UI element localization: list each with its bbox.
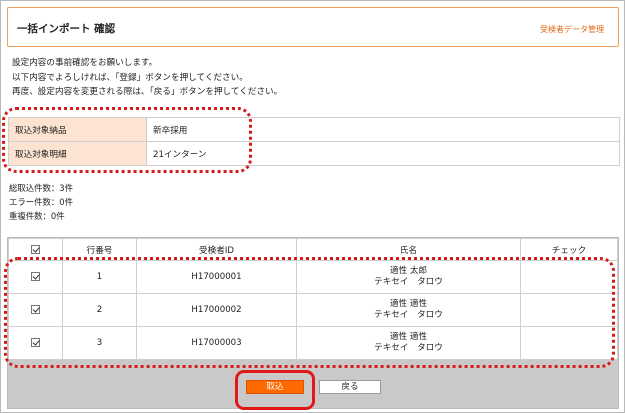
import-button[interactable]: 取込 (246, 380, 304, 394)
header-name: 氏名 (296, 238, 521, 261)
info-label: 取込対象明細 (8, 141, 147, 166)
table-row: 1 H17000001 適性 太郎 テキセイ タロウ (8, 260, 618, 294)
name-kana: テキセイ タロウ (374, 277, 443, 287)
row-number: 2 (62, 293, 137, 327)
header-row-number: 行番号 (62, 238, 137, 261)
select-all-checkbox[interactable] (31, 244, 40, 254)
total-count: 総取込件数：3件 (9, 183, 73, 193)
import-target-table: 取込対象納品 新卒採用 取込対象明細 21インターン (8, 117, 620, 166)
info-row-delivery: 取込対象納品 新卒採用 (8, 117, 620, 142)
check-result (520, 293, 618, 327)
row-number: 3 (62, 326, 137, 360)
info-label: 取込対象納品 (8, 117, 147, 142)
import-counts: 総取込件数：3件 エラー件数：0件 重複件数：0件 (9, 181, 73, 223)
intro-line: 再度、設定内容を変更される際は、「戻る」ボタンを押してください。 (12, 87, 283, 97)
examinee-grid: 行番号 受検者ID 氏名 チェック 1 H17000001 適性 太郎 テキセイ… (8, 238, 618, 360)
examinee-data-management-link[interactable]: 受検者データ管理 (540, 24, 604, 35)
info-value: 21インターン (146, 141, 620, 166)
header-check: チェック (520, 238, 618, 261)
page-title: 一括インポート 確認 (17, 23, 116, 35)
header-examinee-id: 受検者ID (136, 238, 297, 261)
row-select-cell[interactable] (8, 293, 63, 327)
row-select-cell[interactable] (8, 260, 63, 294)
check-result (520, 326, 618, 360)
row-checkbox[interactable] (31, 304, 40, 314)
info-value: 新卒採用 (146, 117, 620, 142)
examinee-id: H17000002 (136, 293, 297, 327)
name-kanji: 適性 適性 (389, 299, 428, 309)
table-row: 3 H17000003 適性 適性 テキセイ タロウ (8, 326, 618, 360)
duplicate-count: 重複件数：0件 (9, 211, 65, 221)
table-row: 2 H17000002 適性 適性 テキセイ タロウ (8, 293, 618, 327)
info-row-detail: 取込対象明細 21インターン (8, 141, 620, 166)
action-buttons: 取込 戻る (1, 373, 625, 403)
row-number: 1 (62, 260, 137, 294)
back-button[interactable]: 戻る (319, 380, 381, 394)
name-kana: テキセイ タロウ (374, 310, 443, 320)
page-header: 一括インポート 確認 受検者データ管理 (7, 7, 619, 47)
intro-line: 以下内容でよろしければ、「登録」ボタンを押してください。 (12, 72, 248, 83)
name-kana: テキセイ タロウ (374, 343, 443, 353)
import-confirm-page: 一括インポート 確認 受検者データ管理 設定内容の事前確認をお願いします。 以下… (0, 0, 625, 413)
examinee-name: 適性 太郎 テキセイ タロウ (296, 260, 521, 294)
examinee-id: H17000003 (136, 326, 297, 360)
name-kanji: 適性 適性 (389, 332, 428, 342)
examinee-name: 適性 適性 テキセイ タロウ (296, 326, 521, 360)
check-result (520, 260, 618, 294)
name-kanji: 適性 太郎 (389, 266, 428, 276)
intro-text: 設定内容の事前確認をお願いします。 以下内容でよろしければ、「登録」ボタンを押し… (12, 56, 282, 100)
row-checkbox[interactable] (31, 337, 40, 347)
examinee-name: 適性 適性 テキセイ タロウ (296, 293, 521, 327)
row-checkbox[interactable] (31, 271, 40, 281)
error-count: エラー件数：0件 (9, 197, 73, 207)
examinee-id: H17000001 (136, 260, 297, 294)
row-select-cell[interactable] (8, 326, 63, 360)
grid-header-row: 行番号 受検者ID 氏名 チェック (8, 238, 618, 261)
intro-line: 設定内容の事前確認をお願いします。 (12, 58, 158, 68)
select-all-header[interactable] (8, 238, 63, 261)
